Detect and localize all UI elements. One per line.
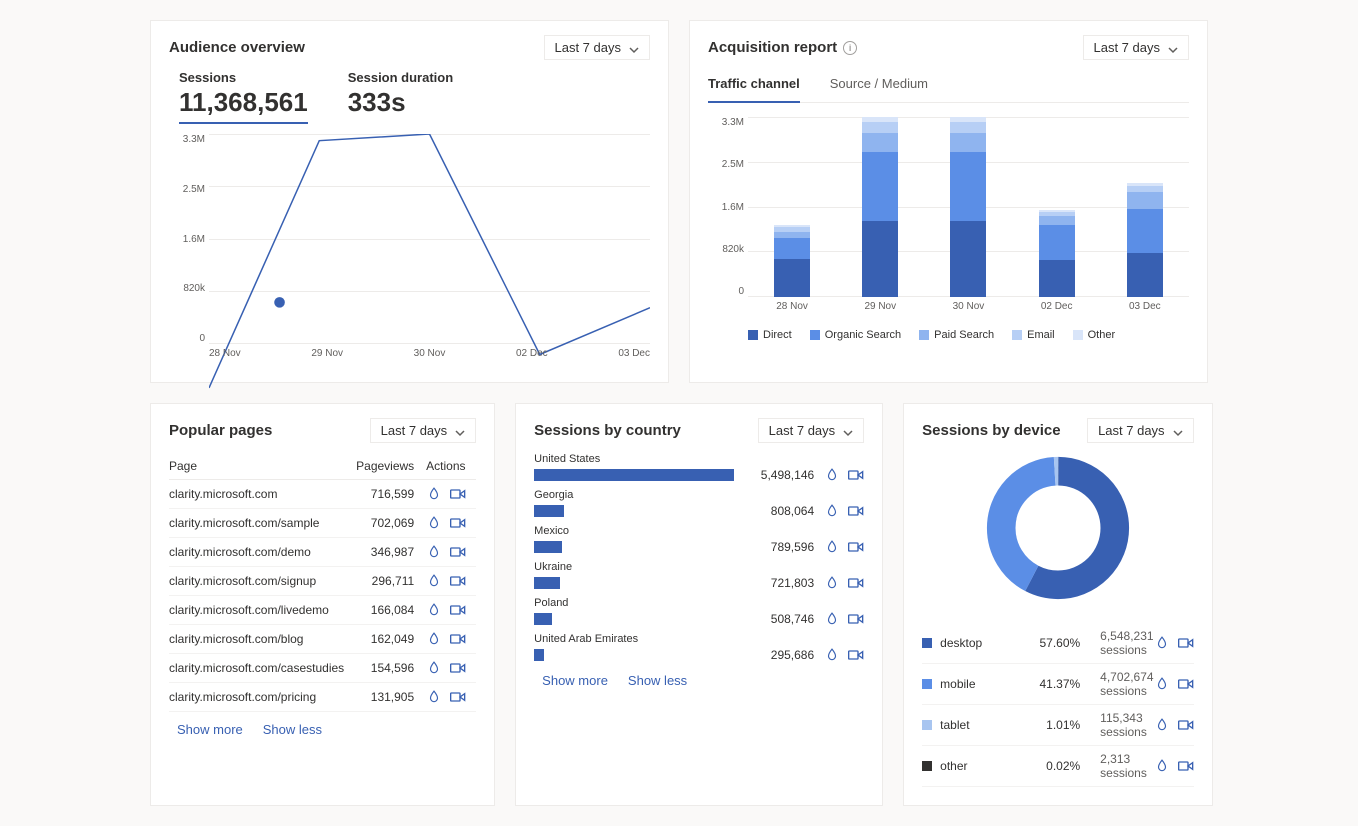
heatmap-icon[interactable] [1154, 717, 1170, 733]
heatmap-icon[interactable] [824, 647, 840, 663]
country-row: United Arab Emirates 295,686 [534, 633, 864, 663]
heatmap-icon[interactable] [824, 611, 840, 627]
range-select[interactable]: Last 7 days [1083, 35, 1190, 60]
sessions-by-device-card: Sessions by device Last 7 days desktop 5… [903, 403, 1212, 806]
heatmap-icon[interactable] [1154, 676, 1170, 692]
info-icon[interactable]: i [843, 41, 857, 55]
heatmap-icon[interactable] [426, 602, 442, 618]
recordings-icon[interactable] [848, 575, 864, 591]
range-select[interactable]: Last 7 days [758, 418, 865, 443]
device-row: other 0.02% 2,313 sessions [922, 746, 1193, 787]
recordings-icon[interactable] [1178, 758, 1194, 774]
legend-item: Other [1073, 329, 1116, 341]
recordings-icon[interactable] [450, 689, 466, 705]
legend-item: Email [1012, 329, 1055, 341]
recordings-icon[interactable] [1178, 635, 1194, 651]
range-label: Last 7 days [1094, 40, 1161, 55]
heatmap-icon[interactable] [426, 631, 442, 647]
bar-column [1039, 210, 1075, 297]
recordings-icon[interactable] [450, 631, 466, 647]
card-title: Audience overview [169, 39, 305, 56]
range-label: Last 7 days [769, 423, 836, 438]
device-row: tablet 1.01% 115,343 sessions [922, 705, 1193, 746]
table-row: clarity.microsoft.com/casestudies 154,59… [169, 654, 476, 683]
show-more-link[interactable]: Show more [177, 722, 243, 737]
card-title: Sessions by device [922, 422, 1060, 439]
show-less-link[interactable]: Show less [263, 722, 322, 737]
color-swatch [922, 720, 932, 730]
card-title: Acquisition report i [708, 39, 857, 56]
legend-item: Direct [748, 329, 792, 341]
chevron-down-icon [1168, 43, 1178, 53]
bar-column [862, 117, 898, 297]
recordings-icon[interactable] [848, 467, 864, 483]
show-more-link[interactable]: Show more [542, 673, 608, 688]
color-swatch [922, 761, 932, 771]
range-label: Last 7 days [555, 40, 622, 55]
bar-column [1127, 183, 1163, 298]
recordings-icon[interactable] [848, 539, 864, 555]
acquisition-report-card: Acquisition report i Last 7 days Traffic… [689, 20, 1208, 383]
heatmap-icon[interactable] [426, 660, 442, 676]
kpi-tab[interactable]: Sessions11,368,561 [179, 70, 308, 124]
chevron-down-icon [1173, 426, 1183, 436]
heatmap-icon[interactable] [824, 467, 840, 483]
heatmap-icon[interactable] [824, 575, 840, 591]
table-row: clarity.microsoft.com/livedemo 166,084 [169, 596, 476, 625]
legend-item: Organic Search [810, 329, 901, 341]
recordings-icon[interactable] [848, 503, 864, 519]
bar-column [950, 117, 986, 297]
recordings-icon[interactable] [450, 573, 466, 589]
heatmap-icon[interactable] [426, 573, 442, 589]
show-less-link[interactable]: Show less [628, 673, 687, 688]
device-row: mobile 41.37% 4,702,674 sessions [922, 664, 1193, 705]
legend-item: Paid Search [919, 329, 994, 341]
tab[interactable]: Source / Medium [830, 70, 928, 102]
kpi-tab[interactable]: Session duration333s [348, 70, 453, 124]
heatmap-icon[interactable] [824, 503, 840, 519]
range-select[interactable]: Last 7 days [1087, 418, 1194, 443]
recordings-icon[interactable] [1178, 717, 1194, 733]
audience-overview-card: Audience overview Last 7 days Sessions11… [150, 20, 669, 383]
range-select[interactable]: Last 7 days [544, 35, 651, 60]
chevron-down-icon [843, 426, 853, 436]
bar-column [774, 225, 810, 297]
country-row: Poland 508,746 [534, 597, 864, 627]
color-swatch [922, 638, 932, 648]
heatmap-icon[interactable] [426, 689, 442, 705]
heatmap-icon[interactable] [824, 539, 840, 555]
heatmap-icon[interactable] [1154, 758, 1170, 774]
table-row: clarity.microsoft.com/pricing 131,905 [169, 683, 476, 712]
recordings-icon[interactable] [450, 660, 466, 676]
device-row: desktop 57.60% 6,548,231 sessions [922, 623, 1193, 664]
range-label: Last 7 days [1098, 423, 1165, 438]
recordings-icon[interactable] [1178, 676, 1194, 692]
recordings-icon[interactable] [450, 602, 466, 618]
device-donut-chart [983, 453, 1133, 603]
table-row: clarity.microsoft.com/blog 162,049 [169, 625, 476, 654]
color-swatch [922, 679, 932, 689]
recordings-icon[interactable] [848, 647, 864, 663]
recordings-icon[interactable] [848, 611, 864, 627]
chevron-down-icon [629, 43, 639, 53]
tab[interactable]: Traffic channel [708, 70, 800, 103]
heatmap-icon[interactable] [1154, 635, 1170, 651]
